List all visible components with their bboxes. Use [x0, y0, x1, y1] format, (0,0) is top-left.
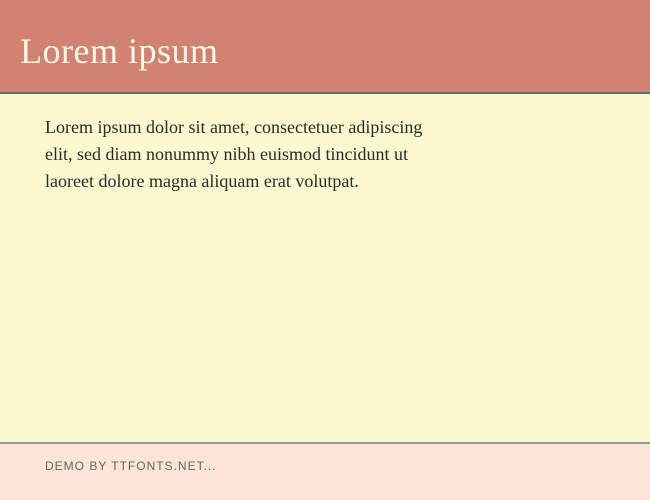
page-title: Lorem ipsum	[20, 30, 630, 72]
header: Lorem ipsum	[0, 0, 650, 94]
footer-text: DEMO BY TTFONTS.NET...	[45, 459, 605, 473]
footer: DEMO BY TTFONTS.NET...	[0, 444, 650, 488]
content-area: Lorem ipsum dolor sit amet, consectetuer…	[0, 94, 650, 444]
body-text: Lorem ipsum dolor sit amet, consectetuer…	[45, 114, 425, 195]
